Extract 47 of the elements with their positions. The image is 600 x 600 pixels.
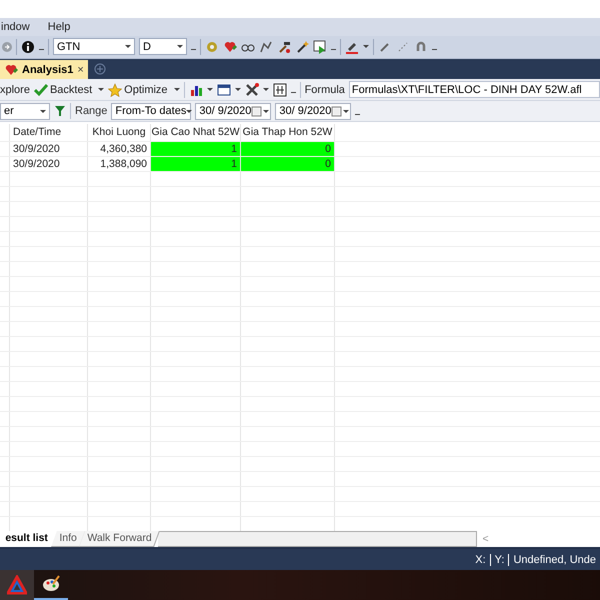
info-icon[interactable] — [21, 40, 35, 54]
add-tab-icon[interactable] — [94, 63, 106, 76]
magnet-icon[interactable] — [414, 40, 428, 54]
column-header[interactable]: Gia Thap Hon 52W — [241, 124, 335, 141]
column-header[interactable]: Date/Time — [10, 124, 88, 141]
column-header[interactable]: Gia Cao Nhat 52W — [151, 124, 241, 141]
formula-label: Formula — [304, 84, 345, 96]
hammer-icon[interactable] — [277, 40, 291, 54]
check-icon[interactable] — [34, 82, 48, 97]
status-text: X: — [474, 554, 487, 566]
optimize-button[interactable]: Optimize — [108, 82, 180, 97]
column-header[interactable]: Khoi Luong — [88, 124, 151, 141]
calendar-icon[interactable] — [331, 104, 342, 118]
calendar-icon[interactable] — [251, 104, 262, 118]
heart-icon[interactable] — [4, 63, 18, 76]
to-date-field[interactable]: 30/ 9/2020 — [275, 102, 352, 120]
backtest-button[interactable]: Backtest — [34, 82, 104, 97]
from-date-field[interactable]: 30/ 9/2020 — [195, 102, 272, 120]
chart-icon[interactable] — [259, 40, 273, 54]
explore-button[interactable]: xplore — [0, 84, 30, 96]
symbol-dropdown[interactable]: GTN — [53, 38, 135, 56]
status-text: Undefined, Unde — [508, 554, 600, 566]
menu-item[interactable]: indow — [0, 21, 31, 33]
status-text: Y: — [490, 554, 508, 566]
formula-field[interactable]: Formulas\XT\FILTER\LOC - DINH DAY 52W.afl — [348, 81, 600, 98]
forward-icon[interactable] — [2, 40, 12, 54]
table-cell: 1 — [151, 156, 241, 171]
play-chart-icon[interactable] — [313, 40, 327, 54]
table-cell: 30/9/2020 — [10, 156, 88, 171]
dotted-line-icon[interactable] — [396, 40, 410, 54]
close-tab-button[interactable]: × — [77, 64, 84, 76]
table-cell: 30/9/2020 — [10, 142, 88, 156]
apply-to-dropdown[interactable]: er — [0, 102, 50, 120]
triangle-logo-icon[interactable] — [7, 575, 27, 596]
menu-item[interactable]: Help — [46, 21, 72, 33]
wand-icon[interactable] — [295, 40, 309, 54]
settings-grid-icon[interactable] — [272, 82, 287, 97]
filter-icon[interactable] — [54, 104, 66, 118]
range-dropdown[interactable]: From-To dates — [111, 102, 192, 120]
star-icon[interactable] — [108, 82, 122, 97]
interval-dropdown[interactable]: D — [139, 38, 187, 56]
table-cell: 1 — [151, 142, 241, 156]
window-icon[interactable] — [216, 82, 231, 97]
table-cell: 0 — [241, 156, 335, 171]
range-label: Range — [75, 105, 108, 118]
table-cell: 0 — [241, 142, 335, 156]
document-tab[interactable]: Analysis1 × — [0, 60, 88, 80]
